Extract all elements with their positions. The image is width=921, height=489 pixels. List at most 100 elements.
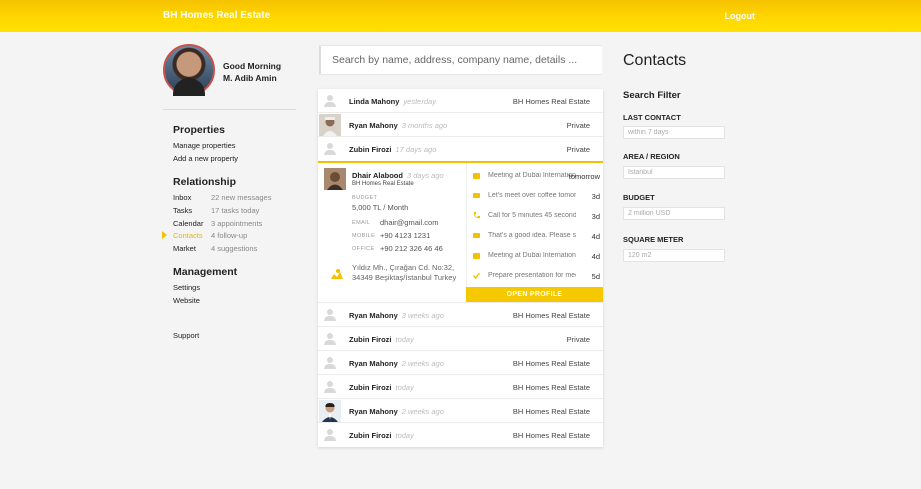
user-avatar[interactable] <box>163 44 215 96</box>
contact-time: today <box>395 431 414 440</box>
activity-item[interactable]: Call for 5 minutes 45 seconds 3d <box>467 206 604 226</box>
contact-name: Zubin Firozi <box>349 335 392 344</box>
expanded-time: 3 days ago <box>406 171 444 180</box>
sidebar-item-support[interactable]: Support <box>173 331 199 340</box>
person-placeholder-icon <box>324 429 336 441</box>
filter-label-square-meter: SQUARE METER <box>623 235 684 244</box>
tasks-meta: 17 tasks today <box>211 206 260 215</box>
contact-row[interactable]: Ryan Mahony 3 months ago Private <box>318 113 603 137</box>
activity-due: tomorrow <box>568 172 600 181</box>
contact-row[interactable]: Linda Mahony yesterday BH Homes Real Esta… <box>318 89 603 113</box>
budget-label: BUDGET <box>352 195 378 201</box>
calendar-icon <box>473 253 480 259</box>
activity-text: Let's meet over coffee tomorrow <box>488 192 576 199</box>
sidebar-item-market[interactable]: Market <box>173 244 196 253</box>
contact-row[interactable]: Zubin Firozi today BH Homes Real Estate <box>318 375 603 399</box>
address: Yıldız Mh., Çırağan Cd. No:32, 34349 Beş… <box>352 263 457 282</box>
office-value[interactable]: +90 212 326 46 46 <box>380 244 443 253</box>
contact-company: BH Homes Real Estate <box>512 431 590 440</box>
contact-row[interactable]: Zubin Firozi 17 days ago Private <box>318 137 603 161</box>
contact-row[interactable]: Ryan Mahony 2 weeks ago BH Homes Real Est… <box>318 351 603 375</box>
message-icon <box>473 233 480 238</box>
contact-photo <box>319 114 341 136</box>
greeting-text: Good Morning <box>223 61 282 71</box>
filter-area-input[interactable] <box>623 166 725 179</box>
sidebar-item-settings[interactable]: Settings <box>173 283 200 292</box>
section-relationship: Relationship <box>173 176 237 188</box>
filter-budget-input[interactable] <box>623 207 725 220</box>
activity-text: That's a good idea. Please send <box>488 232 576 239</box>
email-value[interactable]: dhair@gmail.com <box>380 218 438 227</box>
sidebar-item-website[interactable]: Website <box>173 296 200 305</box>
person-placeholder-icon <box>324 309 336 321</box>
phone-icon <box>474 212 480 219</box>
activity-text: Meeting at Dubai International <box>488 252 576 259</box>
activity-due: 3d <box>591 192 600 201</box>
activity-item[interactable]: Let's meet over coffee tomorrow 3d <box>467 186 604 206</box>
expanded-name: Dhair Alabood <box>352 171 403 180</box>
sidebar-item-calendar[interactable]: Calendar <box>173 219 203 228</box>
contacts-meta: 4 follow-up <box>211 231 248 240</box>
logout-button[interactable]: Logout <box>725 11 756 21</box>
contact-company: BH Homes Real Estate <box>512 311 590 320</box>
activity-text: Meeting at Dubai International <box>488 172 576 179</box>
contact-time: 3 weeks ago <box>401 311 444 320</box>
contact-time: 17 days ago <box>395 145 437 154</box>
message-icon <box>473 193 480 198</box>
check-icon <box>473 272 480 279</box>
filter-square-meter-input[interactable] <box>623 249 725 262</box>
search-box <box>319 45 602 75</box>
activity-item[interactable]: That's a good idea. Please send 4d <box>467 226 604 246</box>
contact-row[interactable]: Ryan Mahony 2 weeks ago BH Homes Real Est… <box>318 399 603 423</box>
activity-due: 3d <box>591 212 600 221</box>
inbox-meta: 22 new messages <box>211 193 272 202</box>
email-label: EMAIL <box>352 220 371 226</box>
contact-name: Ryan Mahony <box>349 121 398 130</box>
contact-row[interactable]: Ryan Mahony 3 weeks ago BH Homes Real Est… <box>318 303 603 327</box>
sidebar-item-contacts[interactable]: Contacts <box>173 231 203 240</box>
activity-due: 4d <box>591 252 600 261</box>
sidebar-item-tasks[interactable]: Tasks <box>173 206 192 215</box>
activity-due: 4d <box>591 232 600 241</box>
sidebar-item-manage-properties[interactable]: Manage properties <box>173 141 236 150</box>
person-placeholder-icon <box>324 381 336 393</box>
person-placeholder-icon <box>324 357 336 369</box>
activity-item[interactable]: Prepare presentation for meeting 5d <box>467 266 604 286</box>
filter-last-contact-input[interactable] <box>623 126 725 139</box>
contact-row[interactable]: Zubin Firozi today Private <box>318 327 603 351</box>
map-icon <box>331 269 343 279</box>
contact-name: Zubin Firozi <box>349 431 392 440</box>
page-title: Contacts <box>623 52 687 69</box>
activity-item[interactable]: Meeting at Dubai International tomorrow <box>467 166 604 186</box>
contact-company: BH Homes Real Estate <box>512 97 590 106</box>
open-profile-button[interactable]: OPEN PROFILE <box>466 287 603 302</box>
contact-name: Linda Mahony <box>349 97 400 106</box>
filter-title: Search Filter <box>623 90 681 101</box>
sidebar-item-inbox[interactable]: Inbox <box>173 193 191 202</box>
contact-company: BH Homes Real Estate <box>512 383 590 392</box>
activity-list: Meeting at Dubai International tomorrow … <box>466 163 603 287</box>
sidebar-item-add-property[interactable]: Add a new property <box>173 154 238 163</box>
contact-company: Private <box>566 335 590 344</box>
contact-name: Ryan Mahony <box>349 407 398 416</box>
contact-name: Zubin Firozi <box>349 383 392 392</box>
budget-value: 5,000 TL / Month <box>352 203 409 212</box>
greeting: Good Morning M. Adib Amin <box>223 60 303 84</box>
calendar-meta: 3 appointments <box>211 219 263 228</box>
contact-name: Ryan Mahony <box>349 311 398 320</box>
contact-name: Zubin Firozi <box>349 145 392 154</box>
contact-row[interactable]: Zubin Firozi today BH Homes Real Estate <box>318 423 603 447</box>
contact-time: 2 weeks ago <box>401 359 444 368</box>
active-pointer-icon <box>162 231 167 239</box>
person-placeholder-icon <box>324 333 336 345</box>
search-input[interactable] <box>321 46 602 74</box>
top-bar: BH Homes Real Estate Logout <box>0 0 921 32</box>
mobile-value[interactable]: +90 4123 1231 <box>380 231 430 240</box>
contact-time: yesterday <box>403 97 436 106</box>
activity-item[interactable]: Meeting at Dubai International 4d <box>467 246 604 266</box>
contact-name: Ryan Mahony <box>349 359 398 368</box>
brand-link[interactable]: BH Homes Real Estate <box>163 10 270 21</box>
contact-company: Private <box>566 121 590 130</box>
filter-label-area: AREA / REGION <box>623 152 680 161</box>
filter-label-budget: BUDGET <box>623 193 655 202</box>
